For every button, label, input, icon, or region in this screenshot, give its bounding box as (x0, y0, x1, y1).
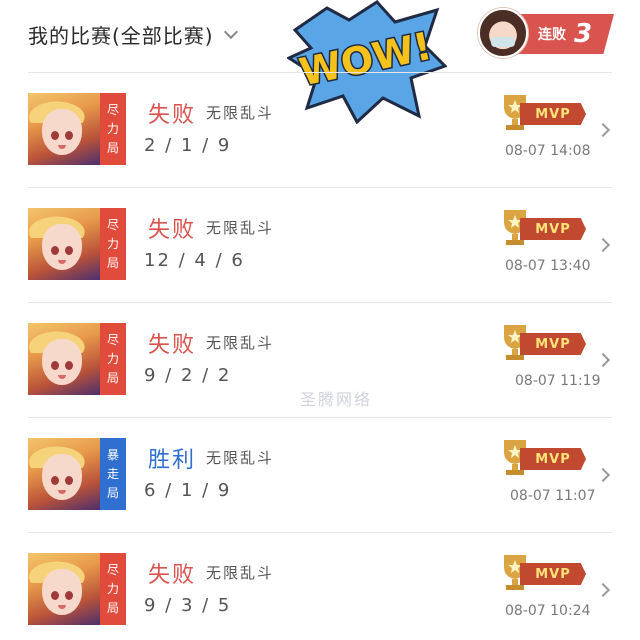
mvp-label: MVP (535, 106, 571, 122)
match-result: 胜利 (148, 448, 197, 473)
mvp-badge: MVP (500, 206, 588, 248)
match-tag: 尽 力 局 (100, 323, 126, 395)
hero-portrait (28, 438, 100, 510)
hero-portrait (28, 93, 100, 165)
match-tag: 尽 力 局 (100, 93, 126, 165)
match-row[interactable]: 暴 走 局 胜利 无限乱斗 6 / 1 / 9 MVP 08-07 11:07 (0, 418, 640, 532)
match-time: 08-07 11:07 (510, 488, 596, 504)
match-row[interactable]: 尽 力 局 失败 无限乱斗 12 / 4 / 6 MVP 08-07 13:40 (0, 188, 640, 302)
streak-label: 连败 (538, 27, 566, 43)
match-row[interactable]: 尽 力 局 失败 无限乱斗 2 / 1 / 9 MVP 08-07 14:08 (0, 73, 640, 187)
chevron-right-icon[interactable] (595, 467, 611, 483)
match-tag: 尽 力 局 (100, 553, 126, 625)
game-mode: 无限乱斗 (206, 334, 275, 352)
match-time: 08-07 13:40 (505, 258, 591, 274)
kda: 2 / 1 / 9 (144, 135, 232, 156)
game-mode: 无限乱斗 (206, 219, 275, 237)
kda: 9 / 2 / 2 (144, 365, 232, 386)
match-result: 失败 (148, 333, 197, 358)
chevron-right-icon[interactable] (595, 122, 611, 138)
chevron-right-icon[interactable] (595, 237, 611, 253)
hero-portrait (28, 323, 100, 395)
match-row[interactable]: 尽 力 局 失败 无限乱斗 9 / 3 / 5 MVP 08-07 10:24 (0, 533, 640, 640)
chevron-down-icon[interactable] (223, 24, 238, 39)
mvp-badge: MVP (500, 551, 588, 593)
watermark: 圣腾网络 (300, 390, 373, 409)
chevron-right-icon[interactable] (595, 582, 611, 598)
streak-count: 3 (574, 19, 593, 49)
mvp-label: MVP (535, 451, 571, 467)
header: 我的比赛(全部比赛) WOW! 连败 3 (0, 0, 640, 124)
match-time: 08-07 11:19 (515, 373, 601, 389)
mvp-badge: MVP (500, 321, 588, 363)
filter-label: 我的比赛(全部比赛) (28, 24, 214, 48)
mvp-badge: MVP (500, 436, 588, 478)
mvp-label: MVP (535, 336, 571, 352)
losing-streak-badge: 连败 3 (478, 8, 614, 58)
game-mode: 无限乱斗 (206, 104, 275, 122)
kda: 6 / 1 / 9 (144, 480, 232, 501)
match-result: 失败 (148, 103, 197, 128)
kda: 12 / 4 / 6 (144, 250, 245, 271)
match-time: 08-07 14:08 (505, 143, 591, 159)
match-filter-dropdown[interactable]: 我的比赛(全部比赛) (28, 20, 238, 49)
mvp-badge: MVP (500, 91, 588, 133)
match-tag: 暴 走 局 (100, 438, 126, 510)
match-result: 失败 (148, 563, 197, 588)
game-mode: 无限乱斗 (206, 449, 275, 467)
chevron-right-icon[interactable] (595, 352, 611, 368)
mvp-label: MVP (535, 566, 571, 582)
kda: 9 / 3 / 5 (144, 595, 232, 616)
match-time: 08-07 10:24 (505, 603, 591, 619)
game-mode: 无限乱斗 (206, 564, 275, 582)
avatar (478, 8, 528, 58)
mvp-label: MVP (535, 221, 571, 237)
match-tag: 尽 力 局 (100, 208, 126, 280)
match-result: 失败 (148, 218, 197, 243)
hero-portrait (28, 553, 100, 625)
hero-portrait (28, 208, 100, 280)
